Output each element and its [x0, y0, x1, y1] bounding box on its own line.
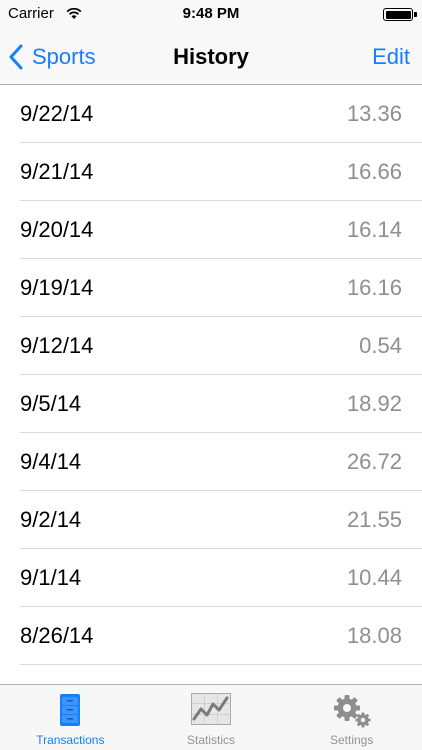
row-amount: 21.55: [346, 507, 402, 532]
row-date: 9/12/14: [20, 333, 94, 358]
row-date: 9/20/14: [20, 217, 94, 242]
tab-label: Statistics: [187, 733, 236, 747]
row-date: 8/26/14: [20, 623, 94, 648]
row-date: 9/1/14: [20, 565, 82, 590]
list-item[interactable]: 9/2/14 21.55: [0, 491, 422, 549]
status-bar: Carrier 9:48 PM: [0, 0, 422, 28]
row-amount: 0.54: [359, 333, 402, 358]
chart-icon: [191, 693, 231, 725]
list-item[interactable]: 9/21/14 16.66: [0, 143, 422, 201]
row-date: 9/21/14: [20, 159, 94, 184]
battery-tip: [414, 12, 417, 17]
row-date: 9/19/14: [20, 275, 94, 300]
list-item[interactable]: 9/4/14 26.72: [0, 433, 422, 491]
list-item[interactable]: 9/5/14 18.92: [0, 375, 422, 433]
page-title: History: [173, 44, 249, 69]
list-item[interactable]: 9/20/14 16.14: [0, 201, 422, 259]
list-item[interactable]: 9/1/14 10.44: [0, 549, 422, 607]
tab-label: Settings: [330, 733, 374, 747]
tab-statistics[interactable]: Statistics: [141, 685, 282, 750]
tab-settings[interactable]: Settings: [281, 685, 422, 750]
list-item[interactable]: 9/12/14 0.54: [0, 317, 422, 375]
row-date: 9/2/14: [20, 507, 82, 532]
list-item[interactable]: [0, 665, 422, 684]
tab-bar: Transactions Statistics Settings: [0, 684, 422, 750]
row-amount: 18.92: [346, 391, 402, 416]
gear-icon: [333, 695, 371, 728]
tab-transactions[interactable]: Transactions: [0, 685, 141, 750]
row-amount: 13.36: [346, 101, 402, 126]
row-amount: 16.16: [346, 275, 402, 300]
row-amount: 26.72: [346, 449, 402, 474]
row-date: 9/4/14: [20, 449, 82, 474]
status-time: 9:48 PM: [182, 5, 240, 22]
row-date: 9/5/14: [20, 391, 82, 416]
tab-label: Transactions: [36, 733, 105, 747]
list-item[interactable]: 9/22/14 13.36: [0, 85, 422, 143]
row-amount: 18.08: [346, 623, 402, 648]
row-amount: 16.66: [346, 159, 402, 184]
history-list[interactable]: 9/22/14 13.36 9/21/14 16.66 9/20/14 16.1…: [0, 85, 422, 684]
row-amount: 16.14: [346, 217, 402, 242]
row-date: 9/22/14: [20, 101, 94, 126]
battery-icon: [383, 8, 413, 21]
navigation-bar: Sports History Edit: [0, 28, 422, 85]
file-cabinet-icon: [60, 694, 81, 726]
edit-button[interactable]: Edit: [372, 28, 410, 85]
list-item[interactable]: 8/26/14 18.08: [0, 607, 422, 665]
list-item[interactable]: 9/19/14 16.16: [0, 259, 422, 317]
screen: Carrier 9:48 PM Sports History Edit 9/22…: [0, 0, 422, 750]
row-amount: 10.44: [346, 565, 402, 590]
